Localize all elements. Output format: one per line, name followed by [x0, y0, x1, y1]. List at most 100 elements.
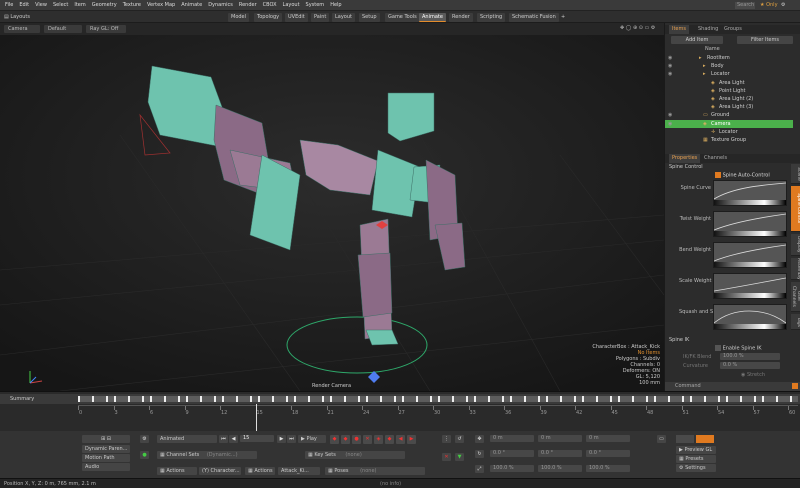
keyframe[interactable] — [236, 396, 238, 402]
key-prev-icon[interactable]: ◀ — [396, 435, 405, 444]
tab-game-tools[interactable]: Game Tools — [385, 13, 420, 22]
items-tab-1[interactable]: Shading — [695, 25, 721, 34]
keyframe[interactable] — [632, 396, 634, 402]
apply-icon[interactable]: ▼ — [455, 453, 464, 461]
keyframe[interactable] — [582, 396, 584, 402]
menu-item[interactable]: Texture — [120, 0, 144, 11]
curve-graph[interactable] — [713, 274, 787, 294]
keyframe[interactable] — [466, 396, 468, 402]
tree-item[interactable]: ◉ ▸ Body — [665, 62, 793, 70]
transform-field[interactable]: 0.0 ° — [538, 450, 582, 457]
tree-item[interactable]: ▦ Texture Group — [665, 136, 793, 144]
key-next-icon[interactable]: ▶ — [407, 435, 416, 444]
keyframe[interactable] — [618, 396, 620, 402]
keyframe[interactable] — [222, 396, 224, 402]
settings-button[interactable]: ⚙ Settings — [676, 464, 716, 472]
dopesheet-summary-row[interactable]: Summary — [0, 394, 800, 404]
curve-graph[interactable] — [713, 243, 787, 263]
actions-2-dropdown[interactable]: ▦ Actions — [245, 467, 275, 475]
menu-item[interactable]: System — [303, 0, 328, 11]
side-tab[interactable]: Assembly — [791, 258, 800, 280]
tab-setup[interactable]: Setup — [359, 13, 380, 22]
timeline[interactable]: Summary 0 3 6 9 12 15 18 21 24 27 30 33 36 39 42 45 48 51… — [0, 391, 800, 432]
shading-dropdown[interactable]: Default — [44, 25, 82, 33]
tab-layout[interactable]: Layout — [332, 13, 355, 22]
curve-graph[interactable] — [713, 212, 787, 232]
keyframe[interactable] — [726, 396, 728, 402]
tree-item[interactable]: ◈ Area Light — [665, 79, 793, 87]
channel-sets-dropdown[interactable]: ▦ Channel Sets (Dynamic...) — [157, 451, 257, 459]
curve-editor[interactable] — [713, 273, 787, 299]
transform-field[interactable]: 0.0 ° — [490, 450, 534, 457]
menu-item[interactable]: Geometry — [89, 0, 120, 11]
menu-item[interactable]: Edit — [16, 0, 32, 11]
keyframe[interactable] — [286, 396, 288, 402]
key-icon[interactable]: ◆ — [330, 435, 339, 444]
keyframe[interactable] — [164, 396, 166, 402]
pos_vals-icon[interactable]: ✥ — [475, 435, 484, 443]
clear-icon[interactable]: ✕ — [442, 453, 451, 461]
enable-ik-checkbox[interactable]: Enable Spine IK — [715, 345, 762, 352]
side-tab[interactable]: Display — [791, 234, 800, 256]
animated-dropdown[interactable]: Animated — [157, 435, 217, 443]
gear-icon[interactable]: ⚙ — [140, 435, 149, 443]
curve-graph[interactable] — [713, 305, 787, 325]
menu-item[interactable]: File — [2, 0, 16, 11]
curve-editor[interactable] — [713, 180, 787, 206]
keyframe[interactable] — [394, 396, 396, 402]
keyframe[interactable] — [560, 396, 562, 402]
layouts-dropdown[interactable]: ▤ Layouts — [4, 12, 30, 22]
keyframe[interactable] — [438, 396, 440, 402]
auto-control-checkbox[interactable]: Spine Auto-Control — [715, 172, 770, 179]
keyframe[interactable] — [610, 396, 612, 402]
auto-key-icon[interactable]: ● — [352, 435, 361, 444]
ik-blend-field[interactable]: 100.0 % — [720, 353, 780, 360]
keyframe[interactable] — [214, 396, 216, 402]
search-input[interactable]: Search — [735, 2, 755, 9]
menu-item[interactable]: Select — [50, 0, 71, 11]
side-tab[interactable]: Spine Control — [791, 186, 800, 232]
keyframe[interactable] — [524, 396, 526, 402]
key-all-icon[interactable]: ◆ — [341, 435, 350, 444]
transform-field[interactable]: 100.0 % — [490, 465, 534, 472]
current-frame-field[interactable]: 15 — [240, 435, 274, 442]
tab-schematic-fusion[interactable]: Schematic Fusion — [509, 13, 559, 22]
visibility-eye-icon[interactable]: ◉ — [668, 54, 672, 62]
actions-dropdown[interactable]: ▦ Actions — [157, 467, 197, 475]
filter-items-button[interactable]: Filter Items — [737, 36, 793, 44]
dynamic-parent-button[interactable]: Dynamic Paren... — [82, 445, 130, 453]
step-forward-icon[interactable]: ▶ — [277, 435, 286, 443]
3d-viewport[interactable]: Render Camera CharacterBox : Attack_Kick… — [0, 35, 664, 391]
keyframe[interactable] — [718, 396, 720, 402]
keyframe[interactable] — [574, 396, 576, 402]
tab-animate[interactable]: Animate — [419, 13, 446, 22]
menu-item[interactable]: Help — [327, 0, 344, 11]
tree-item[interactable]: ◉ ▸ Locator — [665, 70, 793, 78]
keyframe[interactable] — [690, 396, 692, 402]
menu-item[interactable]: CBOX — [260, 0, 280, 11]
keyframe[interactable] — [668, 396, 670, 402]
keyframe[interactable] — [308, 396, 310, 402]
tab-render[interactable]: Render — [449, 13, 473, 22]
add-item-button[interactable]: Add Item — [671, 36, 723, 44]
visibility-eye-icon[interactable]: ◉ — [668, 120, 672, 128]
rot_vals-icon[interactable]: ↻ — [475, 450, 484, 458]
menu-item[interactable]: Layout — [280, 0, 303, 11]
tree-item[interactable]: ✛ Locator — [665, 128, 793, 136]
keyframe[interactable] — [114, 396, 116, 402]
keyframe[interactable] — [322, 396, 324, 402]
side-tab[interactable]: User Channels — [791, 282, 800, 312]
keyframe[interactable] — [682, 396, 684, 402]
audio-button[interactable]: Audio — [82, 463, 130, 471]
grid-snap-icon[interactable]: ⋮ — [442, 435, 451, 443]
transform-field[interactable]: 100.0 % — [586, 465, 630, 472]
side-tab[interactable]: Scene — [791, 164, 800, 184]
keyframe[interactable] — [754, 396, 756, 402]
only-toggle[interactable]: ★ Only — [760, 0, 778, 11]
tree-item[interactable]: ◈ Area Light (3) — [665, 103, 793, 111]
keyframe[interactable] — [178, 396, 180, 402]
keyframe[interactable] — [762, 396, 764, 402]
motion-path-button[interactable]: Motion Path — [82, 454, 130, 462]
keyframe[interactable] — [488, 396, 490, 402]
keyframe[interactable] — [258, 396, 260, 402]
